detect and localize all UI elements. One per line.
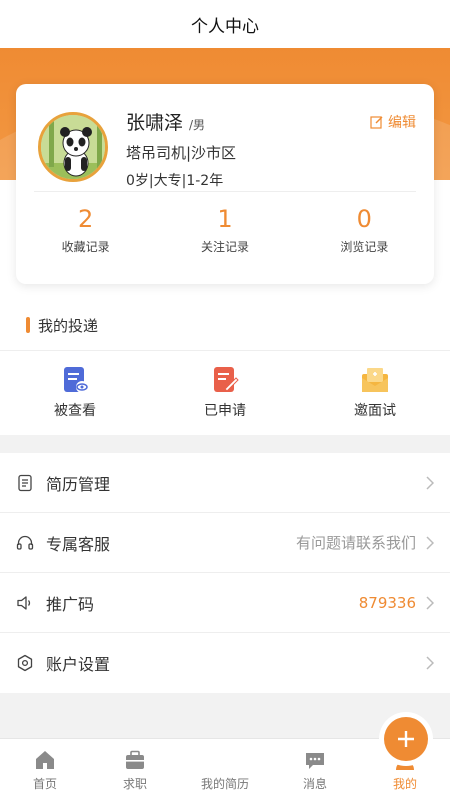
tab-label: 我的简历 bbox=[200, 777, 249, 791]
menu-promo-code[interactable]: 推广码 879336 bbox=[0, 573, 450, 633]
chevron-right-icon bbox=[426, 595, 434, 610]
tab-label: 首页 bbox=[32, 777, 57, 791]
delivery-applied[interactable]: 已申请 bbox=[150, 360, 300, 430]
user-name: 张啸泽 bbox=[126, 112, 184, 134]
tab-label: 求职 bbox=[122, 777, 147, 791]
menu-label: 简历管理 bbox=[46, 474, 111, 494]
settings-menu: 简历管理 专属客服 有问题请联系我们 推广码 879336 账户设置 bbox=[0, 453, 450, 693]
briefcase-icon bbox=[126, 750, 144, 769]
interview-mail-icon bbox=[362, 368, 388, 392]
delivery-title: 我的投递 bbox=[38, 316, 99, 335]
promo-code-value: 879336 bbox=[358, 593, 416, 612]
top-navbar: 个人中心 bbox=[0, 0, 450, 48]
stat-favorites[interactable]: 2 收藏记录 bbox=[16, 204, 155, 255]
stats-row: 2 收藏记录 1 关注记录 0 浏览记录 bbox=[16, 204, 434, 255]
menu-label: 专属客服 bbox=[46, 534, 111, 554]
edit-label: 编辑 bbox=[388, 115, 416, 131]
message-icon bbox=[306, 753, 324, 769]
delivery-interview[interactable]: 邀面试 bbox=[300, 360, 450, 430]
speaker-icon bbox=[17, 595, 31, 610]
tab-jobs[interactable]: 求职 bbox=[90, 739, 180, 800]
delivery-label: 邀面试 bbox=[354, 403, 396, 419]
edit-profile-button[interactable]: 编辑 bbox=[370, 112, 416, 132]
title-accent-bar bbox=[26, 317, 30, 333]
tab-my-resume[interactable]: 我的简历 bbox=[180, 717, 428, 800]
menu-account-settings[interactable]: 账户设置 bbox=[0, 633, 450, 693]
menu-value: 有问题请联系我们 bbox=[295, 534, 416, 552]
tab-messages[interactable]: 消息 bbox=[270, 739, 360, 800]
menu-resume-management[interactable]: 简历管理 bbox=[0, 453, 450, 513]
job-location: 塔吊司机|沙市区 bbox=[126, 144, 237, 162]
chevron-right-icon bbox=[426, 656, 434, 670]
stat-views[interactable]: 0 浏览记录 bbox=[295, 204, 434, 255]
delivery-viewed[interactable]: 被查看 bbox=[0, 360, 150, 430]
tab-label: 我的 bbox=[392, 777, 417, 791]
panda-avatar-icon bbox=[41, 115, 105, 179]
tab-label: 消息 bbox=[302, 777, 327, 791]
menu-label: 账户设置 bbox=[46, 655, 111, 674]
chevron-right-icon bbox=[426, 475, 434, 490]
user-gender: /男 bbox=[189, 118, 206, 132]
settings-icon bbox=[17, 654, 33, 672]
headset-icon bbox=[16, 535, 34, 550]
viewed-doc-icon bbox=[64, 367, 88, 393]
applied-edit-icon bbox=[214, 367, 239, 392]
home-icon bbox=[36, 751, 54, 769]
delivery-label: 被查看 bbox=[54, 403, 96, 419]
page-title: 个人中心 bbox=[191, 16, 259, 37]
plus-icon bbox=[398, 731, 414, 747]
chevron-right-icon bbox=[426, 535, 434, 550]
edit-icon bbox=[370, 116, 383, 129]
stat-label: 收藏记录 bbox=[61, 240, 110, 254]
stat-value: 1 bbox=[217, 205, 233, 233]
menu-label: 推广码 bbox=[46, 594, 95, 614]
stat-label: 关注记录 bbox=[200, 240, 249, 254]
avatar[interactable] bbox=[38, 112, 108, 182]
delivery-row: 被查看 已申请 邀面试 bbox=[0, 360, 450, 430]
profile-card: 张啸泽 /男 编辑 塔吊司机|沙市区 0岁|大专|1-2年 2 收藏记录 1 关… bbox=[16, 84, 434, 284]
resume-icon bbox=[18, 474, 32, 491]
card-divider bbox=[34, 191, 416, 192]
delivery-label: 已申请 bbox=[204, 403, 246, 419]
menu-customer-service[interactable]: 专属客服 有问题请联系我们 bbox=[0, 513, 450, 573]
delivery-section-title: 我的投递 bbox=[26, 312, 98, 338]
user-meta: 0岁|大专|1-2年 bbox=[126, 173, 224, 189]
stat-follows[interactable]: 1 关注记录 bbox=[155, 204, 294, 255]
tab-home[interactable]: 首页 bbox=[0, 739, 90, 800]
stat-value: 2 bbox=[78, 205, 94, 233]
bottom-tabbar: 首页 求职 我的简历 消息 我的 bbox=[0, 717, 450, 800]
stat-label: 浏览记录 bbox=[340, 240, 389, 254]
add-resume-button[interactable] bbox=[384, 717, 428, 761]
stat-value: 0 bbox=[356, 205, 372, 233]
divider bbox=[0, 350, 450, 351]
